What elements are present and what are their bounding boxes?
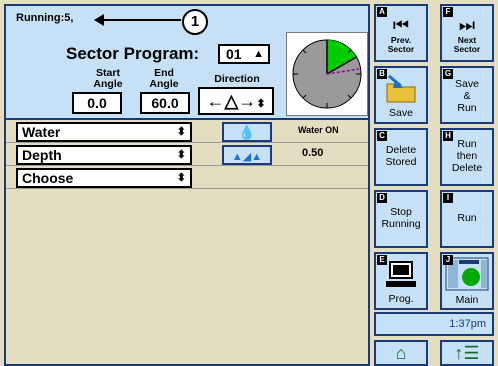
prog-button[interactable]: E Prog.	[374, 252, 428, 310]
key-letter: A	[377, 7, 387, 17]
button-label: Stop	[390, 206, 412, 218]
spinner-icon: ⬍	[176, 149, 186, 161]
depth-drops-icon[interactable]: ▲◢▲	[222, 145, 272, 165]
row-select-1[interactable]: Water ⬍	[16, 122, 192, 142]
key-letter: J	[443, 255, 453, 265]
skip-forward-icon: ⏭	[458, 15, 476, 35]
button-label: Sector	[387, 44, 415, 54]
key-letter: E	[377, 255, 387, 265]
callout-badge: 1	[182, 9, 208, 35]
end-angle-input[interactable]: 60.0	[140, 92, 190, 114]
row-depth: Depth ⬍ ▲◢▲ 0.50	[6, 143, 368, 166]
clock-display: 1:37pm	[374, 312, 494, 336]
start-angle-input[interactable]: 0.0	[72, 92, 122, 114]
save-and-run-button[interactable]: G Save & Run	[440, 66, 494, 124]
key-letter: I	[443, 193, 453, 203]
app-frame: Running:5, 1 Sector Program: 01 ▲ Start A…	[0, 0, 498, 366]
spinner-icon: ⬍	[176, 126, 186, 138]
end-angle-label: End Angle	[149, 67, 179, 90]
button-label: Save	[455, 78, 479, 90]
callout-arrow-line	[101, 19, 181, 21]
water-drop-icon[interactable]: 💧	[222, 122, 272, 142]
delete-stored-button[interactable]: C Delete Stored	[374, 128, 428, 186]
key-letter: F	[443, 7, 453, 17]
row-choose: Choose ⬍	[6, 166, 368, 189]
direction-arrows-icon: ←△→	[206, 91, 257, 111]
button-label: Run	[457, 102, 477, 114]
button-label: Run	[457, 212, 477, 224]
run-then-delete-button[interactable]: H Run then Delete	[440, 128, 494, 186]
sector-program-label: Sector Program:	[66, 44, 200, 63]
home-icon: ⌂	[395, 343, 407, 363]
prev-sector-button[interactable]: A ⏮ Prev. Sector	[374, 4, 428, 62]
button-label: Prog.	[388, 293, 414, 305]
button-label: Stored	[385, 156, 417, 168]
button-label: Save	[389, 107, 413, 119]
button-label: Main	[455, 294, 479, 306]
button-label: Delete	[385, 144, 417, 156]
button-label: Running	[381, 218, 421, 230]
key-letter: D	[377, 193, 387, 203]
sector-program-value: 01	[226, 46, 242, 62]
run-button[interactable]: I Run	[440, 190, 494, 248]
button-label: &	[463, 90, 471, 102]
key-letter: G	[443, 69, 453, 79]
stop-running-button[interactable]: D Stop Running	[374, 190, 428, 248]
sector-dial-graphic	[292, 39, 362, 109]
main-button[interactable]: J Main	[440, 252, 494, 310]
key-letter: H	[443, 131, 453, 141]
depth-value: 0.50	[302, 147, 324, 159]
row-select-3[interactable]: Choose ⬍	[16, 168, 192, 188]
scroll-up-button[interactable]: ↑☰	[440, 340, 494, 366]
key-letter: B	[377, 69, 387, 79]
row-select-2-value: Depth	[22, 147, 62, 163]
button-label: Sector	[453, 44, 481, 54]
button-label: Delete	[451, 162, 483, 174]
row-water: Water ⬍ 💧 Water ON	[6, 120, 368, 143]
key-letter: C	[377, 131, 387, 141]
setting-rows: Water ⬍ 💧 Water ON Depth ⬍ ▲◢▲ 0.50 Choo…	[6, 120, 368, 189]
folder-save-icon	[386, 74, 416, 103]
home-button[interactable]: ⌂	[374, 340, 428, 366]
row-select-1-value: Water	[22, 124, 61, 140]
next-sector-button[interactable]: F ⏭ Next Sector	[440, 4, 494, 62]
water-status-text: Water ON	[298, 125, 339, 135]
row-select-3-value: Choose	[22, 170, 74, 186]
row-select-2[interactable]: Depth ⬍	[16, 145, 192, 165]
status-panel: Running:5, 1 Sector Program: 01 ▲ Start A…	[6, 6, 368, 120]
spinner-icon: ⬍	[176, 172, 186, 184]
spinner-icon: ▲	[253, 48, 264, 60]
skip-back-icon: ⏮	[392, 15, 410, 35]
sector-program-select[interactable]: 01 ▲	[218, 44, 270, 64]
direction-select[interactable]: ←△→⬍	[198, 87, 274, 115]
scroll-up-icon: ↑☰	[454, 343, 480, 363]
save-button[interactable]: B Save	[374, 66, 428, 124]
button-label: then	[456, 150, 478, 162]
running-status: Running:5,	[16, 12, 74, 24]
main-panel: Running:5, 1 Sector Program: 01 ▲ Start A…	[4, 4, 370, 366]
sector-dial	[286, 32, 368, 116]
direction-label: Direction	[214, 73, 260, 85]
start-angle-label: Start Angle	[93, 67, 123, 90]
computer-icon	[386, 261, 416, 287]
